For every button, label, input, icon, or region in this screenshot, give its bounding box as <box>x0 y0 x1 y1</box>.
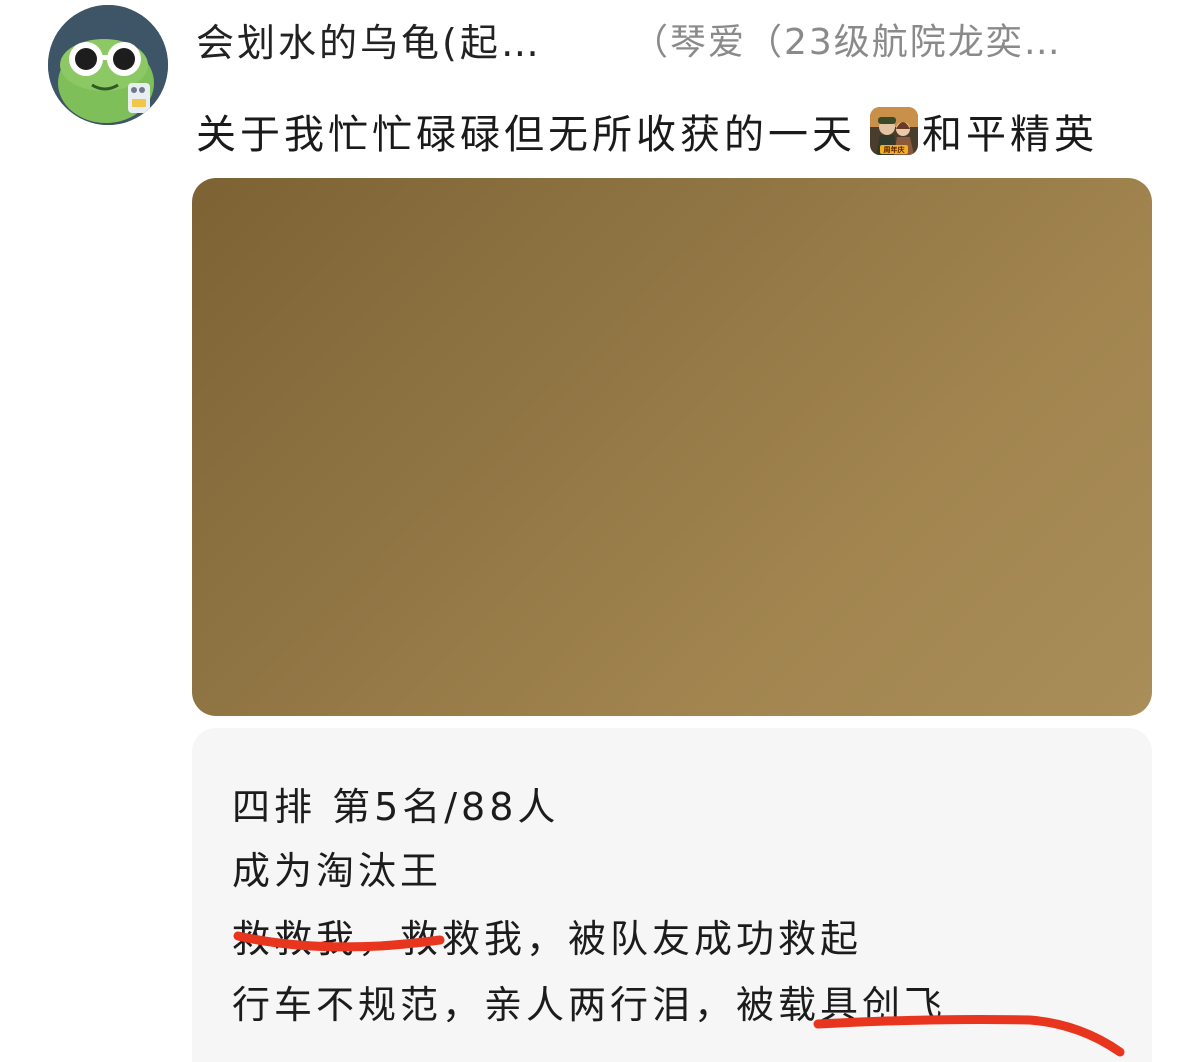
post-title-row: 关于我忙忙碌碌但无所收获的一天 周年庆 和平精英 <box>196 104 1098 158</box>
svg-text:周年庆: 周年庆 <box>884 145 905 154</box>
game-topic-link[interactable]: 和平精英 <box>922 102 1098 160</box>
frog-avatar-icon <box>48 5 168 125</box>
author-name[interactable]: 会划水的乌龟(起… <box>196 12 606 67</box>
post-card: 会划水的乌龟(起… （琴爱（23级航院龙奕… 关于我忙忙碌碌但无所收获的一天 周… <box>0 0 1200 1062</box>
body-line: 成为淘汰王 <box>232 849 443 893</box>
post-header: 会划水的乌龟(起… （琴爱（23级航院龙奕… <box>196 12 1096 67</box>
body-line: 四排 第5名/88人 <box>232 785 560 829</box>
group-tag[interactable]: （琴爱（23级航院龙奕… <box>632 13 1062 65</box>
post-body-card: 四排 第5名/88人 成为淘汰王 救救我，救救我，被队友成功救起 行车不规范，亲… <box>192 728 1152 1062</box>
post-title: 关于我忙忙碌碌但无所收获的一天 <box>196 112 856 158</box>
post-image[interactable] <box>192 178 1152 716</box>
body-line: 行车不规范，亲人两行泪，被载具创飞 <box>232 983 947 1027</box>
author-avatar[interactable] <box>48 5 168 125</box>
pubg-mobile-icon[interactable]: 周年庆 <box>870 107 918 155</box>
body-line: 救救我，救救我，被队友成功救起 <box>232 917 863 961</box>
